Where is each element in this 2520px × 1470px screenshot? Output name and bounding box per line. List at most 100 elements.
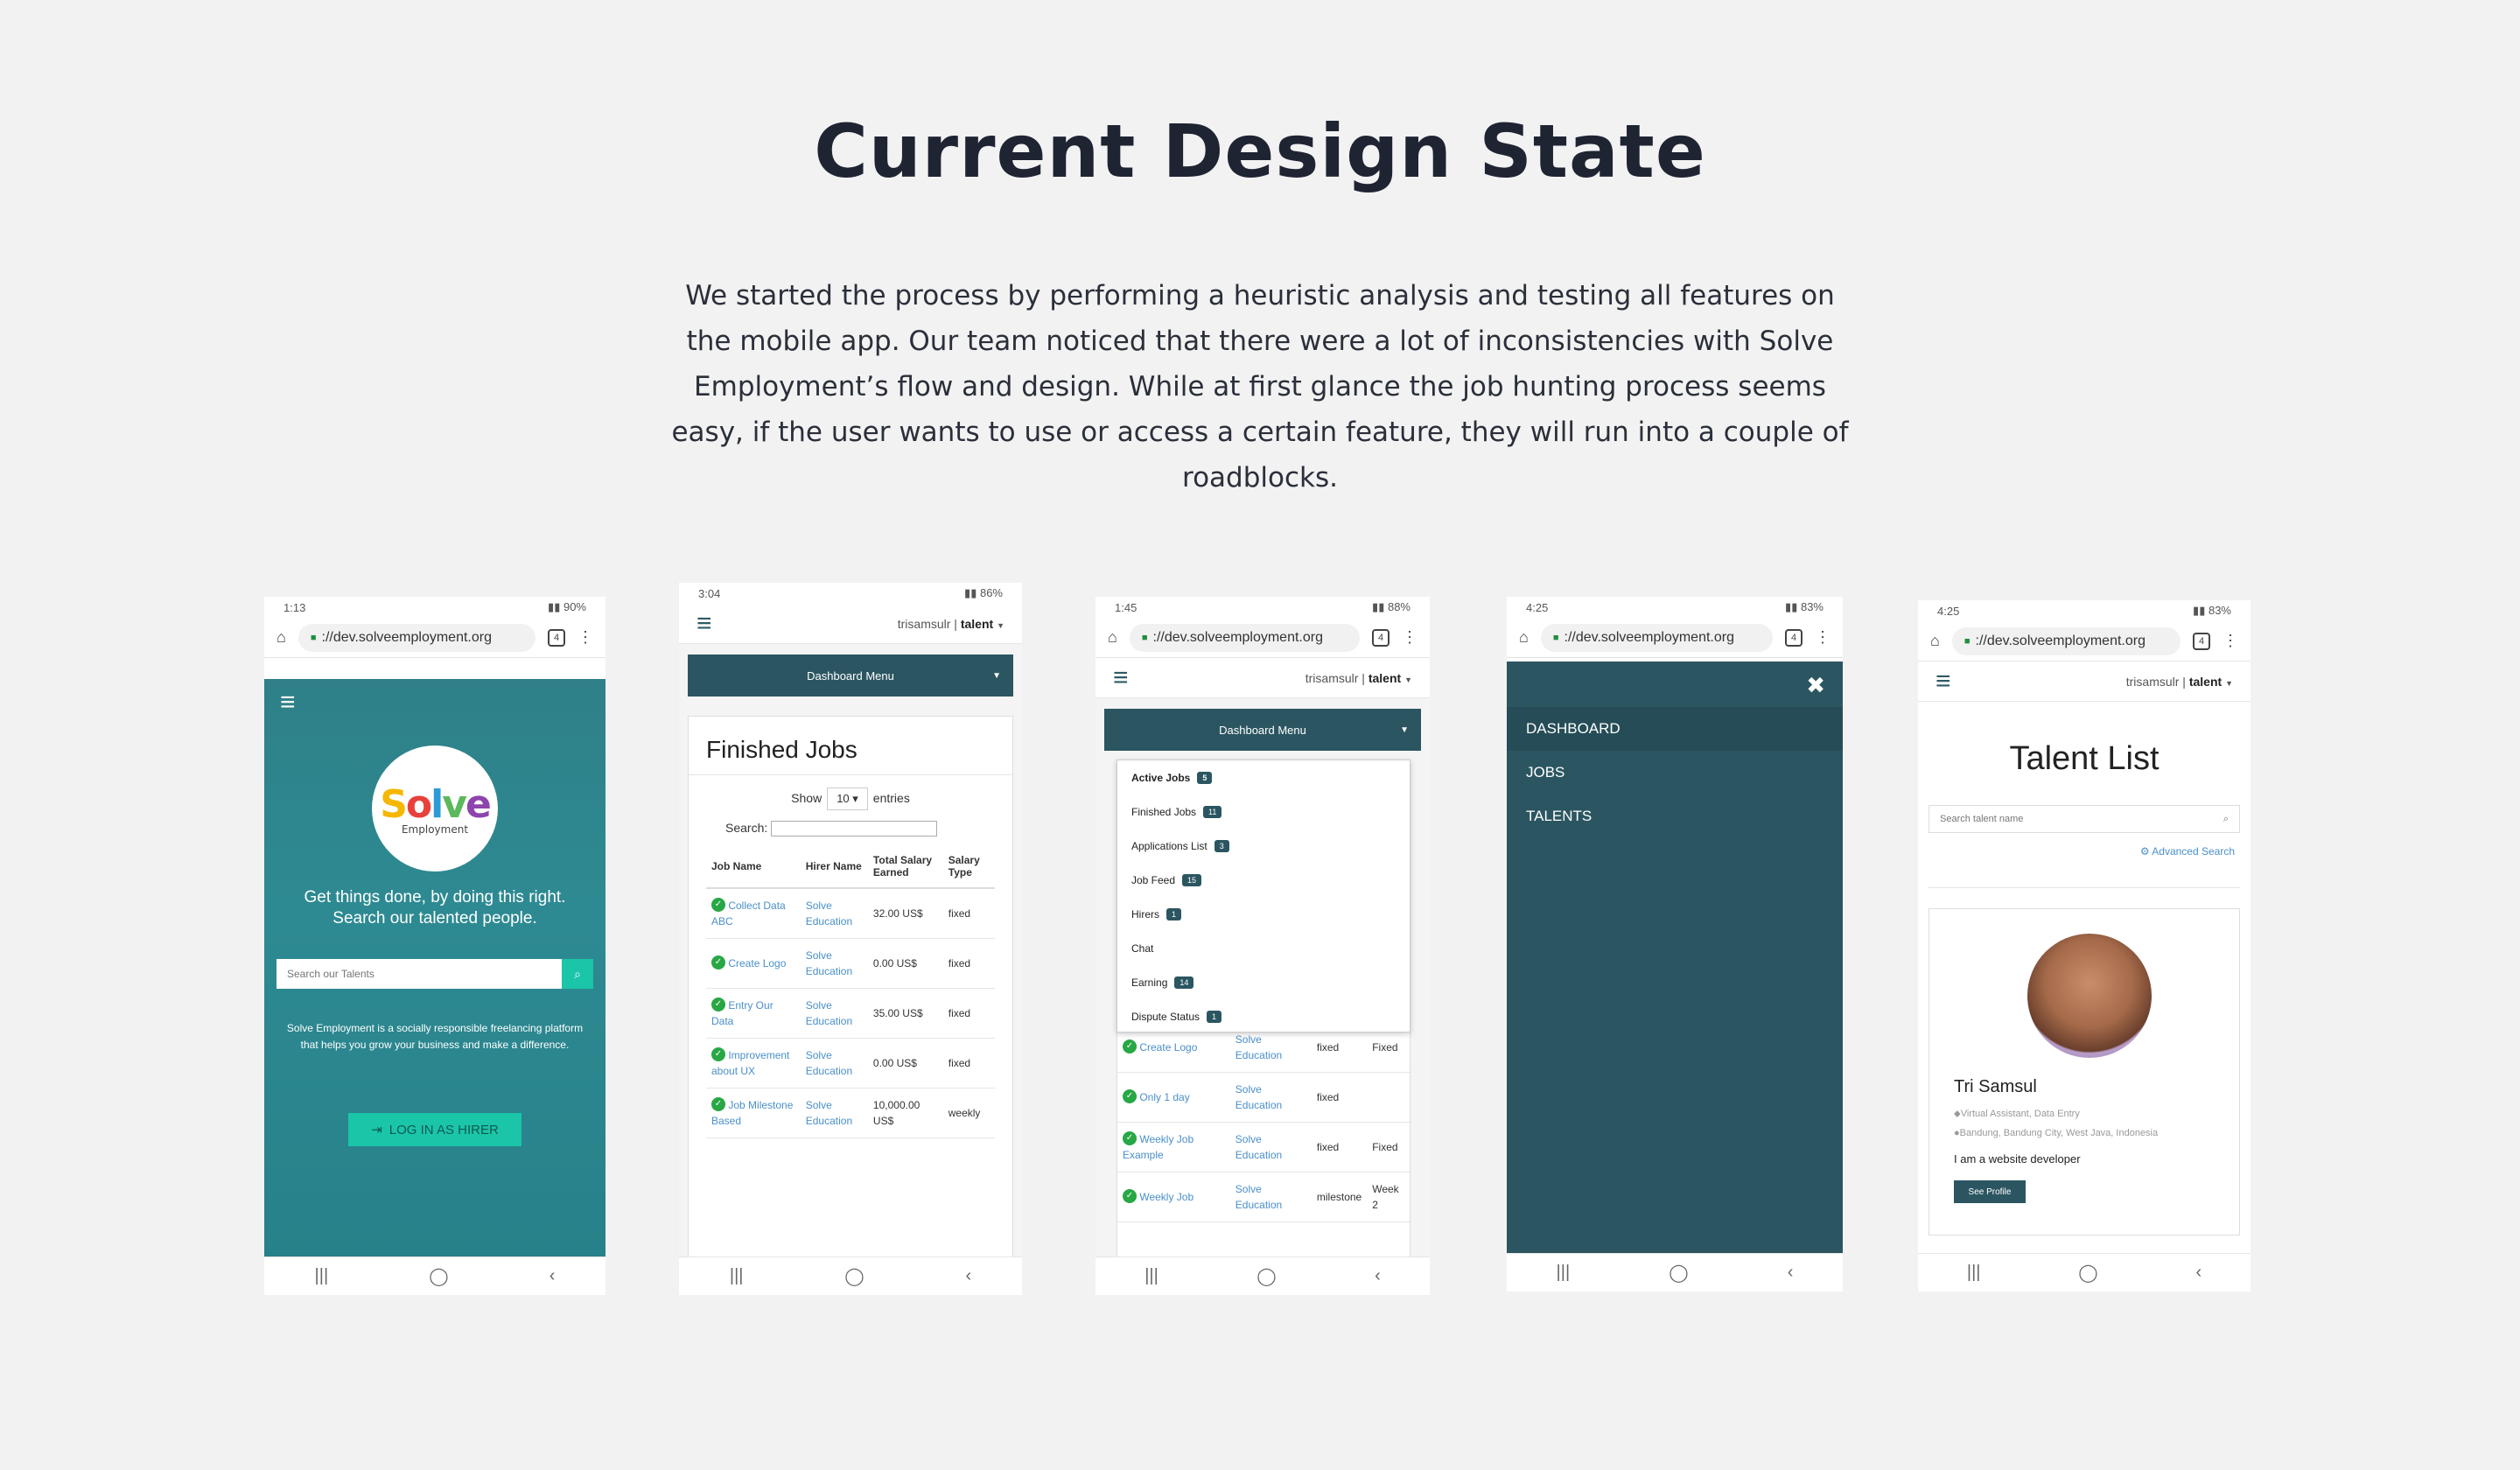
- side-item-talents[interactable]: TALENTS: [1507, 794, 1843, 838]
- divider: [1928, 887, 2240, 888]
- talent-name: Tri Samsul: [1954, 1077, 2037, 1096]
- address-field[interactable]: ■://dev.solveemployment.org: [298, 623, 536, 652]
- talent-skills: ⬥Virtual Assistant, Data Entry: [1954, 1109, 2080, 1120]
- home-nav-icon[interactable]: ◯: [429, 1265, 448, 1287]
- show-label: Show: [791, 791, 822, 805]
- hirer-link[interactable]: Solve Education: [806, 900, 852, 928]
- user-menu[interactable]: trisamsulr | talent ▼: [898, 617, 1004, 631]
- hirer-link[interactable]: Solve Education: [1236, 1183, 1282, 1211]
- recent-apps-icon[interactable]: |||: [315, 1266, 329, 1286]
- menu-item-earning[interactable]: Earning 14: [1117, 965, 1410, 999]
- table-row: ✓ Collect Data ABC Solve Education 32.00 U…: [706, 888, 995, 940]
- recent-apps-icon[interactable]: |||: [730, 1266, 744, 1286]
- hirer-link[interactable]: Solve Education: [806, 949, 852, 977]
- hirer-link[interactable]: Solve Education: [806, 999, 852, 1027]
- menu-item-finished-jobs[interactable]: Finished Jobs 11: [1117, 794, 1410, 829]
- hirer-link[interactable]: Solve Education: [1236, 1033, 1282, 1061]
- menu-item-job-feed[interactable]: Job Feed 15: [1117, 863, 1410, 897]
- entries-select[interactable]: 10 ▾: [827, 788, 868, 810]
- hamburger-menu-icon[interactable]: ≡: [1936, 668, 1951, 695]
- home-icon[interactable]: ⌂: [1108, 628, 1117, 647]
- user-menu[interactable]: trisamsulr | talent ▼: [1306, 671, 1412, 685]
- side-item-dashboard[interactable]: DASHBOARD: [1507, 707, 1843, 751]
- col-header[interactable]: Total Salary Earned: [867, 845, 943, 890]
- menu-item-active-jobs[interactable]: Active Jobs 5: [1117, 760, 1410, 794]
- login-as-hirer-button[interactable]: ⇥ LOG IN AS HIRER: [348, 1113, 522, 1146]
- tab-count-button[interactable]: 4: [1785, 628, 1802, 647]
- status-bar: 1:45 ▮▮ 88%: [1096, 597, 1430, 618]
- table-row: ✓ Entry Our Data Solve Education 35.00 US$…: [706, 988, 995, 1040]
- home-nav-icon[interactable]: ◯: [1256, 1265, 1276, 1287]
- menu-item-applications-list[interactable]: Applications List 3: [1117, 829, 1410, 863]
- hamburger-menu-icon[interactable]: ≡: [280, 690, 296, 716]
- home-nav-icon[interactable]: ◯: [844, 1265, 864, 1287]
- more-options-icon[interactable]: ⋮: [2222, 632, 2238, 650]
- job-link[interactable]: Create Logo: [1139, 1041, 1197, 1054]
- back-icon[interactable]: ‹: [965, 1266, 971, 1286]
- job-link[interactable]: Create Logo: [728, 957, 786, 970]
- hirer-link[interactable]: Solve Education: [806, 1049, 852, 1077]
- tab-count-button[interactable]: 4: [1372, 628, 1390, 647]
- home-icon[interactable]: ⌂: [1519, 628, 1529, 647]
- job-link[interactable]: Only 1 day: [1139, 1091, 1189, 1103]
- menu-item-label: Active Jobs: [1131, 771, 1191, 784]
- col-header[interactable]: Hirer Name: [800, 845, 868, 890]
- globe-icon: ●: [1954, 1128, 1960, 1138]
- user-role: talent: [960, 616, 994, 631]
- address-field[interactable]: ■://dev.solveemployment.org: [1540, 623, 1773, 652]
- dashboard-menu-button[interactable]: Dashboard Menu ▼: [1104, 709, 1421, 751]
- menu-item-dispute-status[interactable]: Dispute Status 1: [1117, 999, 1410, 1033]
- more-options-icon[interactable]: ⋮: [1402, 628, 1418, 647]
- hamburger-menu-icon[interactable]: ≡: [696, 610, 712, 637]
- recent-apps-icon[interactable]: |||: [1967, 1263, 1981, 1283]
- col-header[interactable]: Salary Type: [942, 845, 995, 890]
- dashboard-menu-button[interactable]: Dashboard Menu ▼: [688, 654, 1013, 696]
- back-icon[interactable]: ‹: [1788, 1263, 1794, 1283]
- side-item-jobs[interactable]: JOBS: [1507, 751, 1843, 794]
- address-field[interactable]: ■://dev.solveemployment.org: [1951, 626, 2180, 655]
- advanced-search-link[interactable]: ⚙ Advanced Search: [2140, 845, 2235, 858]
- hirer-link[interactable]: Solve Education: [1236, 1133, 1282, 1161]
- type-cell: weekly: [942, 1088, 995, 1139]
- hirer-link[interactable]: Solve Education: [806, 1099, 852, 1127]
- signal-icon: ▮▮: [548, 600, 564, 613]
- menu-item-hirers[interactable]: Hirers 1: [1117, 897, 1410, 931]
- home-icon[interactable]: ⌂: [276, 628, 286, 647]
- user-separator: |: [1358, 670, 1368, 685]
- home-nav-icon[interactable]: ◯: [2078, 1262, 2097, 1284]
- intro-paragraph: We started the process by performing a h…: [671, 280, 1849, 494]
- table-search-input[interactable]: [771, 821, 938, 837]
- col-header[interactable]: Job Name: [706, 845, 801, 890]
- menu-item-chat[interactable]: Chat: [1117, 931, 1410, 965]
- address-field[interactable]: ■://dev.solveemployment.org: [1129, 623, 1360, 652]
- hamburger-menu-icon[interactable]: ≡: [1113, 664, 1129, 691]
- talent-skills-text: Virtual Assistant, Data Entry: [1960, 1109, 2080, 1119]
- search-icon[interactable]: ⌕: [2223, 814, 2229, 825]
- menu-item-label: Job Feed: [1131, 873, 1176, 886]
- back-icon[interactable]: ‹: [550, 1266, 556, 1286]
- browser-url-bar: ⌂ ■://dev.solveemployment.org 4 ⋮: [1918, 621, 2250, 662]
- tab-count-button[interactable]: 4: [548, 628, 565, 647]
- back-icon[interactable]: ‹: [2195, 1263, 2202, 1283]
- see-profile-button[interactable]: See Profile: [1954, 1180, 2026, 1203]
- close-icon[interactable]: ✖: [1806, 672, 1825, 699]
- phone-screenshot-talent-list: 4:25 ▮▮ 83% ⌂ ■://dev.solveemployment.or…: [1918, 600, 2250, 1292]
- phone-screenshot-landing: 1:13 ▮▮ 90% ⌂ ■://dev.solveemployment.or…: [264, 597, 606, 1295]
- status-time: 4:25: [1526, 600, 1549, 614]
- home-icon[interactable]: ⌂: [1930, 632, 1940, 650]
- browser-url-bar: ⌂ ■://dev.solveemployment.org 4 ⋮: [1096, 618, 1430, 658]
- talent-search-input[interactable]: [276, 959, 562, 989]
- recent-apps-icon[interactable]: |||: [1557, 1263, 1571, 1283]
- home-nav-icon[interactable]: ◯: [1669, 1262, 1688, 1284]
- more-options-icon[interactable]: ⋮: [1815, 628, 1830, 647]
- talent-search-field[interactable]: Search talent name ⌕: [1928, 805, 2240, 833]
- user-menu[interactable]: trisamsulr | talent ▼: [2126, 675, 2233, 689]
- more-options-icon[interactable]: ⋮: [578, 628, 593, 647]
- back-icon[interactable]: ‹: [1375, 1266, 1381, 1286]
- tab-count-button[interactable]: 4: [2193, 632, 2210, 650]
- hirer-link[interactable]: Solve Education: [1236, 1083, 1282, 1111]
- app-header: ≡ trisamsulr | talent ▼: [1918, 662, 2250, 702]
- recent-apps-icon[interactable]: |||: [1144, 1266, 1158, 1286]
- job-link[interactable]: Weekly Job: [1139, 1191, 1194, 1203]
- search-icon[interactable]: ⌕: [562, 959, 593, 989]
